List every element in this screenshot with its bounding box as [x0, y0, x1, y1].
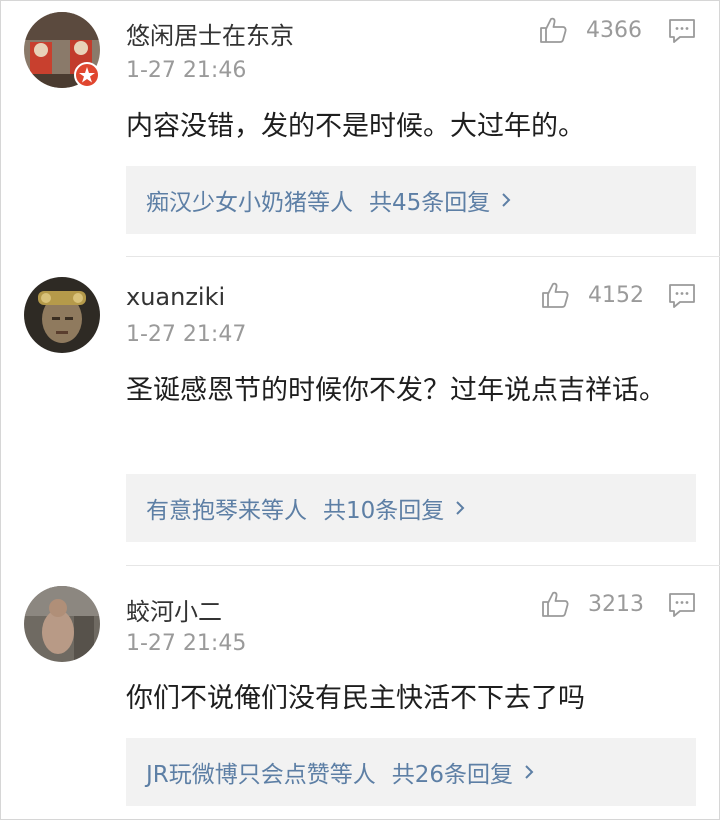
reply-button[interactable]: [668, 592, 696, 618]
avatar-image: [24, 277, 100, 353]
comment-text: 你们不说俺们没有民主快活不下去了吗: [126, 683, 585, 714]
reply-count: 共10条回复: [323, 498, 445, 524]
reply-count: 共26条回复: [391, 762, 514, 788]
avatar-image: [24, 586, 100, 662]
divider: [126, 565, 720, 566]
comment-icon: [669, 593, 695, 617]
like-count: 4366: [586, 17, 642, 43]
comment-text: 内容没错，发的不是时候。大过年的。: [126, 111, 585, 142]
reply-names: 痴汉少女小奶猪等人: [146, 190, 353, 216]
chevron-right-icon: [502, 193, 511, 207]
username[interactable]: xuanziki: [126, 283, 225, 311]
divider: [126, 256, 720, 257]
timestamp: 1-27 21:45: [126, 631, 247, 656]
reply-button[interactable]: [668, 283, 696, 309]
username[interactable]: 悠闲居士在东京: [126, 16, 294, 51]
comment-icon: [669, 284, 695, 308]
reply-summary[interactable]: JR玩微博只会点赞等人 共26条回复: [126, 738, 696, 806]
avatar[interactable]: [24, 277, 100, 353]
timestamp: 1-27 21:46: [126, 58, 247, 83]
thumbs-up-icon: [542, 591, 569, 617]
reply-names: 有意抱琴来等人: [146, 498, 307, 524]
timestamp: 1-27 21:47: [126, 322, 247, 347]
like-button[interactable]: 4366: [538, 14, 642, 46]
like-button[interactable]: 4152: [540, 279, 644, 311]
reply-summary[interactable]: 有意抱琴来等人 共10条回复: [126, 474, 696, 542]
star-badge-icon: [74, 62, 100, 88]
like-count: 4152: [588, 282, 644, 308]
thumbs-up-icon: [540, 17, 567, 43]
username[interactable]: 蛟河小二: [126, 592, 222, 627]
avatar[interactable]: [24, 586, 100, 662]
chevron-right-icon: [456, 501, 465, 515]
comment-icon: [669, 19, 695, 43]
comment-text: 圣诞感恩节的时候你不发？过年说点吉祥话。: [126, 375, 666, 406]
like-button[interactable]: 3213: [540, 588, 644, 620]
like-count: 3213: [588, 591, 644, 617]
reply-count: 共45条回复: [369, 190, 491, 216]
reply-button[interactable]: [668, 18, 696, 44]
chevron-right-icon: [525, 765, 534, 779]
thumbs-up-icon: [542, 282, 569, 308]
reply-summary[interactable]: 痴汉少女小奶猪等人 共45条回复: [126, 166, 696, 234]
reply-names: JR玩微博只会点赞等人: [146, 762, 376, 788]
